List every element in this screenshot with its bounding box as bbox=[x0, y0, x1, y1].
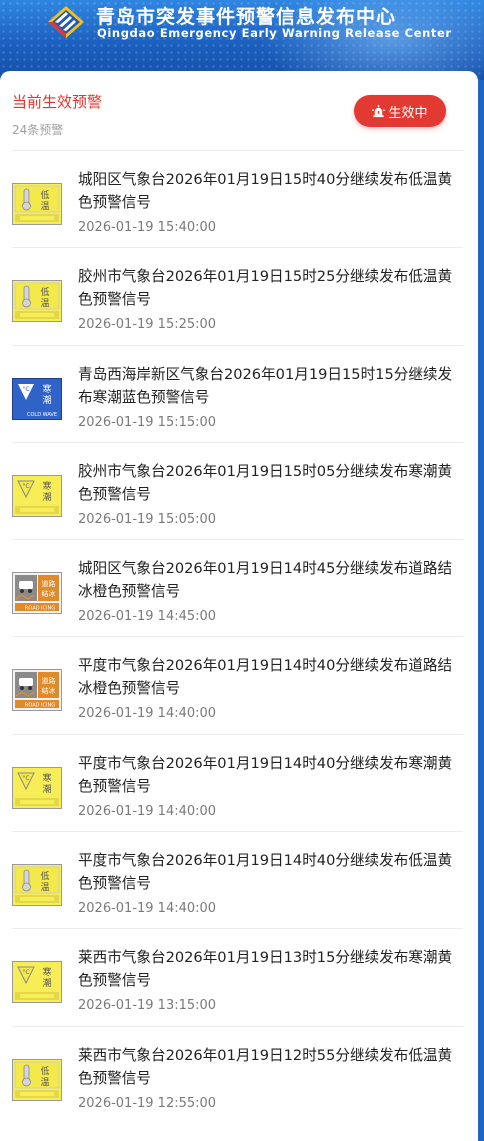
cold-wave-yellow-warning-icon: °C 寒潮 bbox=[12, 474, 62, 517]
svg-text:°C: °C bbox=[22, 386, 29, 393]
svg-text:低: 低 bbox=[40, 189, 49, 201]
low-temperature-yellow-warning-icon: 低温 bbox=[12, 1058, 62, 1101]
warning-timestamp: 2026-01-19 14:40:00 bbox=[78, 706, 217, 722]
svg-text:道路: 道路 bbox=[42, 579, 56, 588]
cold-wave-blue-warning-icon: °C 寒潮 COLD WAVE bbox=[12, 377, 62, 420]
svg-text:寒: 寒 bbox=[42, 966, 51, 978]
warning-timestamp: 2026-01-19 15:15:00 bbox=[78, 414, 217, 430]
warning-list-item[interactable]: °C 寒潮 平度市气象台2026年01月19日14时40分继续发布寒潮黄色预警信号 2… bbox=[12, 733, 463, 831]
svg-text:°C: °C bbox=[22, 969, 29, 976]
header-subtitle: Qingdao Emergency Early Warning Release … bbox=[97, 26, 452, 40]
svg-text:温: 温 bbox=[40, 201, 49, 212]
section-title: 当前生效预警 bbox=[12, 93, 103, 111]
svg-text:温: 温 bbox=[40, 882, 49, 893]
cold-wave-yellow-warning-icon: °C 寒潮 bbox=[12, 766, 62, 809]
warning-list-item[interactable]: °C 寒潮 胶州市气象台2026年01月19日15时05分继续发布寒潮黄色预警信号 2… bbox=[12, 441, 463, 539]
warning-timestamp: 2026-01-19 15:25:00 bbox=[78, 317, 217, 333]
warning-count: 24条预警 bbox=[12, 123, 64, 137]
svg-text:COLD WAVE: COLD WAVE bbox=[27, 412, 57, 418]
svg-text:结冰: 结冰 bbox=[42, 686, 56, 695]
cold-wave-yellow-warning-icon: °C 寒潮 bbox=[12, 961, 62, 1004]
active-status-label: 生效中 bbox=[388, 105, 428, 121]
warning-timestamp: 2026-01-19 12:55:00 bbox=[78, 1095, 217, 1111]
warning-headline: 胶州市气象台2026年01月19日15时05分继续发布寒潮黄色预警信号 bbox=[78, 462, 453, 503]
warning-list-item[interactable]: 道路 结冰 ROAD ICING 平度市气象台2026年01月19日14时40分继续发… bbox=[12, 636, 463, 733]
road-icing-orange-warning-icon: 道路 结冰 ROAD ICING bbox=[12, 669, 62, 712]
warning-headline: 城阳区气象台2026年01月19日14时45分继续发布道路结冰橙色预警信号 bbox=[78, 560, 453, 601]
emergency-center-logo-icon bbox=[48, 6, 84, 38]
warning-headline: 城阳区气象台2026年01月19日15时40分继续发布低温黄色预警信号 bbox=[78, 171, 453, 211]
svg-text:潮: 潮 bbox=[42, 394, 51, 406]
low-temperature-yellow-warning-icon: 低温 bbox=[12, 280, 62, 323]
warning-headline: 平度市气象台2026年01月19日14时40分继续发布寒潮黄色预警信号 bbox=[78, 754, 453, 795]
warning-headline: 平度市气象台2026年01月19日14时40分继续发布道路结冰橙色预警信号 bbox=[78, 657, 453, 698]
svg-text:寒: 寒 bbox=[42, 480, 51, 492]
warning-headline: 胶州市气象台2026年01月19日15时25分继续发布低温黄色预警信号 bbox=[78, 268, 453, 309]
svg-text:潮: 潮 bbox=[42, 977, 51, 989]
warning-list-item[interactable]: °C 寒潮 COLD WAVE 青岛西海岸新区气象台2026年01月19日15时15分… bbox=[12, 344, 463, 442]
warning-list-item[interactable]: 低温城阳区气象台2026年01月19日15时40分继续发布低温黄色预警信号 202… bbox=[12, 150, 463, 247]
svg-text:潮: 潮 bbox=[42, 783, 51, 795]
warning-panel: 当前生效预警 24条预警 生效中 低温城阳区气象台2026年01月19日15时4… bbox=[0, 71, 478, 1141]
low-temperature-yellow-warning-icon: 低温 bbox=[12, 183, 62, 225]
road-icing-orange-warning-icon: 道路 结冰 ROAD ICING bbox=[12, 572, 62, 615]
svg-text:低: 低 bbox=[40, 1065, 49, 1077]
svg-text:道路: 道路 bbox=[42, 676, 56, 685]
warning-headline: 莱西市气象台2026年01月19日13时15分继续发布寒潮黄色预警信号 bbox=[78, 949, 453, 990]
warning-timestamp: 2026-01-19 13:15:00 bbox=[78, 998, 217, 1014]
svg-text:ROAD ICING: ROAD ICING bbox=[25, 606, 55, 612]
alarm-light-icon bbox=[372, 104, 386, 117]
svg-text:低: 低 bbox=[40, 286, 49, 298]
svg-text:°C: °C bbox=[22, 483, 29, 490]
svg-text:低: 低 bbox=[40, 870, 49, 882]
svg-text:寒: 寒 bbox=[42, 772, 51, 784]
warning-headline: 莱西市气象台2026年01月19日12时55分继续发布低温黄色预警信号 bbox=[78, 1046, 453, 1087]
warning-list-item[interactable]: 低温平度市气象台2026年01月19日14时40分继续发布低温黄色预警信号 202… bbox=[12, 831, 463, 928]
warning-timestamp: 2026-01-19 15:05:00 bbox=[78, 511, 217, 527]
warning-timestamp: 2026-01-19 14:40:00 bbox=[78, 901, 217, 917]
svg-text:潮: 潮 bbox=[42, 491, 51, 503]
low-temperature-yellow-warning-icon: 低温 bbox=[12, 864, 62, 907]
warning-list-item[interactable]: 低温胶州市气象台2026年01月19日15时25分继续发布低温黄色预警信号 202… bbox=[12, 247, 463, 344]
header-title: 青岛市突发事件预警信息发布中心 bbox=[96, 6, 397, 28]
svg-text:温: 温 bbox=[40, 298, 49, 309]
svg-text:温: 温 bbox=[40, 1077, 49, 1088]
warning-timestamp: 2026-01-19 14:40:00 bbox=[78, 803, 217, 819]
warning-list-item[interactable]: °C 寒潮 莱西市气象台2026年01月19日13时15分继续发布寒潮黄色预警信号 2… bbox=[12, 928, 463, 1025]
svg-text:ROAD ICING: ROAD ICING bbox=[25, 703, 55, 709]
svg-text:°C: °C bbox=[22, 775, 29, 782]
page-header: 青岛市突发事件预警信息发布中心 Qingdao Emergency Early … bbox=[0, 0, 484, 80]
warning-list: 低温城阳区气象台2026年01月19日15时40分继续发布低温黄色预警信号 202… bbox=[12, 150, 463, 1123]
warning-timestamp: 2026-01-19 15:40:00 bbox=[78, 220, 217, 235]
warning-list-item[interactable]: 低温莱西市气象台2026年01月19日12时55分继续发布低温黄色预警信号 202… bbox=[12, 1025, 463, 1123]
warning-list-item[interactable]: 道路 结冰 ROAD ICING 城阳区气象台2026年01月19日14时45分继续发… bbox=[12, 539, 463, 636]
svg-text:结冰: 结冰 bbox=[42, 589, 56, 598]
active-status-button[interactable]: 生效中 bbox=[354, 95, 446, 127]
warning-headline: 青岛西海岸新区气象台2026年01月19日15时15分继续发布寒潮蓝色预警信号 bbox=[78, 365, 453, 406]
warning-headline: 平度市气象台2026年01月19日14时40分继续发布低温黄色预警信号 bbox=[78, 852, 453, 893]
warning-timestamp: 2026-01-19 14:45:00 bbox=[78, 609, 217, 625]
svg-text:寒: 寒 bbox=[42, 383, 51, 395]
